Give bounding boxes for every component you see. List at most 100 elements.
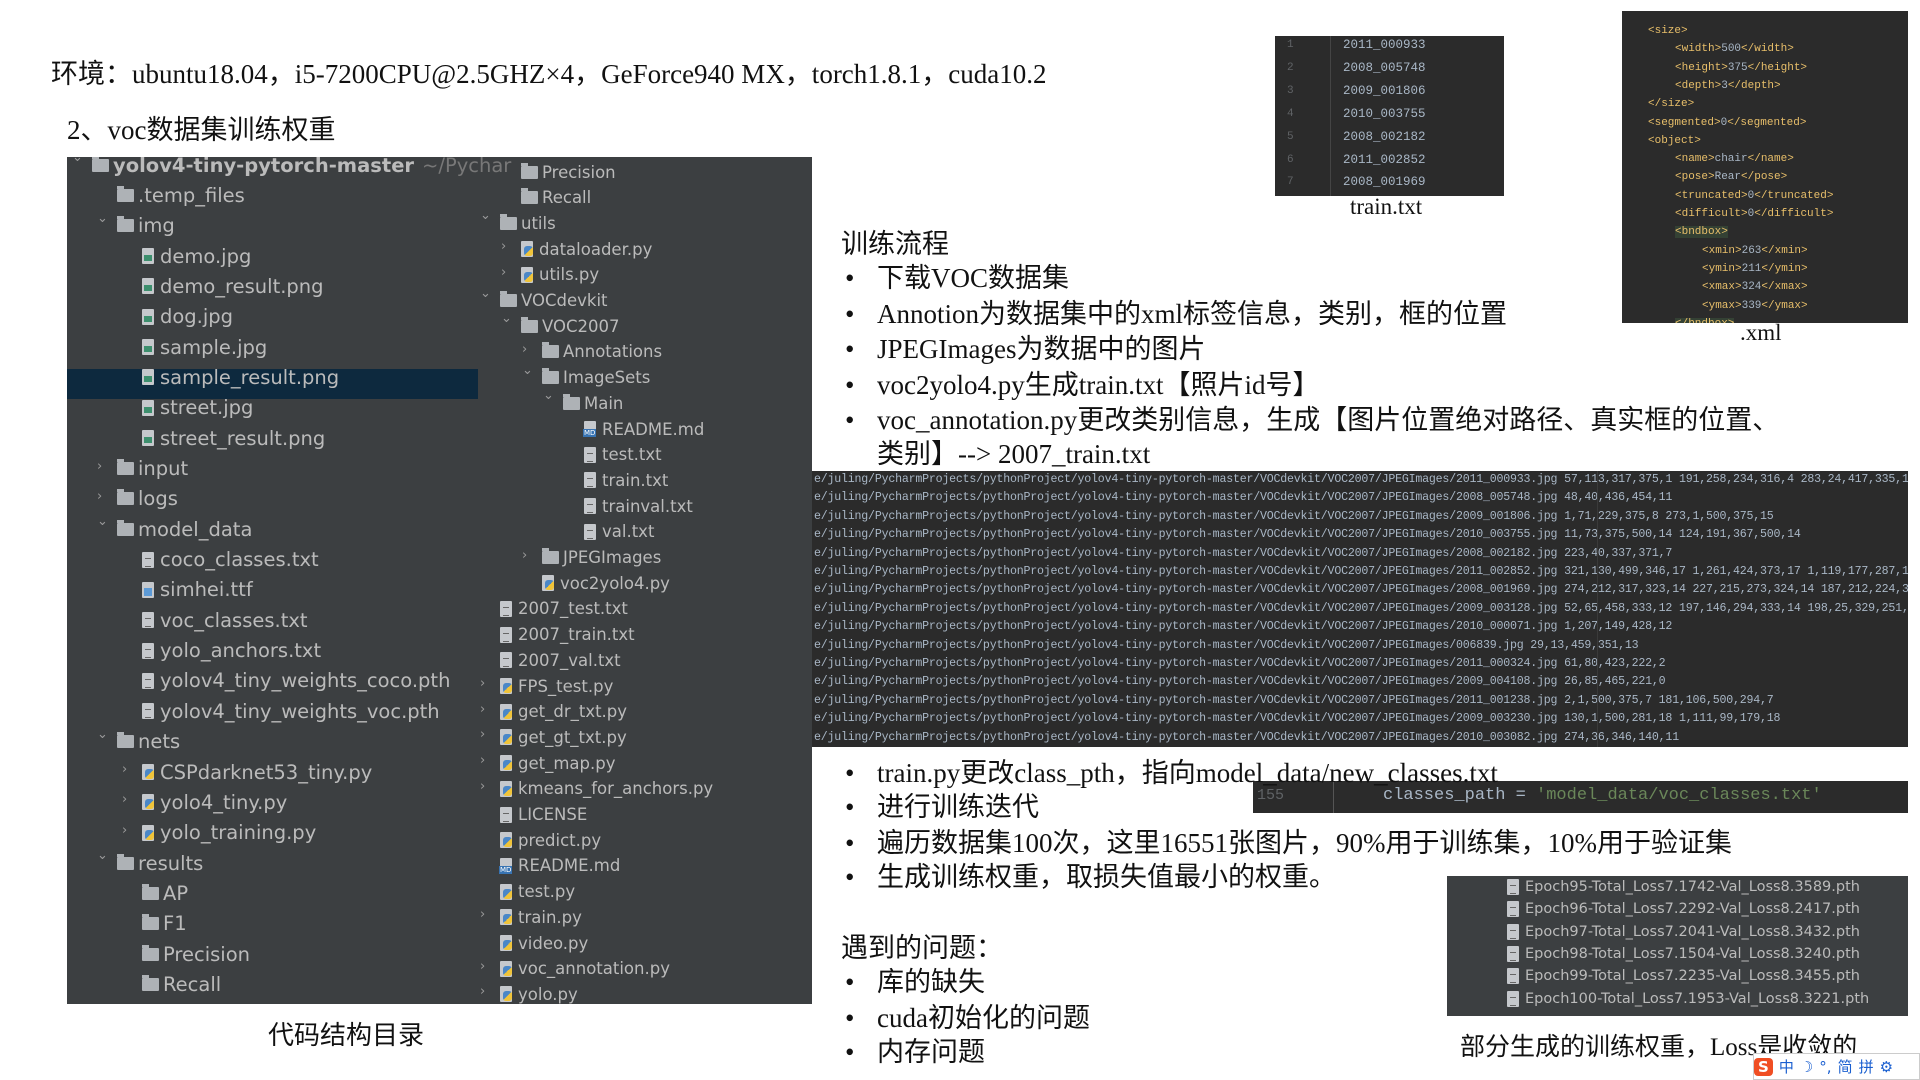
tree-item[interactable]: README.md [583,416,704,442]
chevron-down-icon[interactable]: ⌄ [522,363,533,378]
chevron-down-icon[interactable]: ⌄ [97,514,108,529]
tree-item[interactable]: Precision [142,941,250,967]
tree-item[interactable]: ⌄ VOC2007 [501,311,620,339]
tree-item[interactable]: › get_dr_txt.py [480,699,627,725]
chevron-right-icon[interactable]: › [97,489,102,504]
tree-item[interactable]: Recall [521,185,591,211]
chevron-right-icon[interactable]: › [480,676,485,691]
weight-file[interactable]: Epoch95-Total_Loss7.1742-Val_Loss8.3589.… [1507,879,1860,895]
chevron-down-icon[interactable]: ⌄ [72,157,83,165]
tree-item[interactable]: val.txt [584,519,654,545]
tree-item[interactable]: simhei.ttf [142,577,253,603]
tree-item[interactable]: › utils.py [501,262,599,288]
tree-item[interactable]: ⌄ Main [543,388,623,416]
tree-item[interactable]: yolov4_tiny_weights_coco.pth [142,668,450,694]
tree-item[interactable]: street.jpg [142,395,253,421]
chevron-right-icon[interactable]: › [522,548,527,563]
ime-pinyin[interactable]: 拼 [1859,1056,1874,1077]
ime-moon-icon[interactable]: ☽ [1800,1058,1813,1076]
project-tree[interactable]: ⌄ yolov4-tiny-pytorch-master ~/Pychar .temp… [67,157,812,1004]
chevron-right-icon[interactable]: › [122,823,127,838]
chevron-right-icon[interactable]: › [480,727,485,742]
tree-item[interactable]: video.py [500,930,588,956]
ime-punct-icon[interactable]: °, [1819,1058,1831,1076]
chevron-down-icon[interactable]: ⌄ [97,211,108,226]
tree-item[interactable]: 2007_train.txt [500,622,635,648]
tree-item[interactable]: ⌄ ImageSets [522,363,650,391]
tree-item[interactable]: demo_result.png [142,273,324,299]
tree-item[interactable]: dog.jpg [142,304,233,330]
tree-item[interactable]: › voc_annotation.py [480,956,670,982]
tree-item[interactable]: › JPEGImages [522,545,661,571]
tree-item[interactable]: › yolo.py [480,981,578,1004]
tree-item[interactable]: train.txt [584,467,668,493]
tree-item[interactable]: LICENSE [500,802,587,828]
chevron-down-icon[interactable]: ⌄ [97,727,108,742]
tree-item[interactable]: voc2yolo4.py [542,570,670,596]
tree-item[interactable]: › Annotations [522,339,662,365]
tree-item[interactable]: test.py [500,879,575,905]
ime-settings-icon[interactable]: ⚙ [1880,1058,1893,1076]
tree-item[interactable]: street_result.png [142,425,325,451]
weight-file[interactable]: Epoch96-Total_Loss7.2292-Val_Loss8.2417.… [1507,901,1860,918]
tree-item[interactable]: sample.jpg [142,334,267,360]
chevron-down-icon[interactable]: ⌄ [480,208,491,223]
tree-item[interactable]: Recall [142,971,221,997]
chevron-down-icon[interactable]: ⌄ [501,311,512,326]
chevron-right-icon[interactable]: › [122,792,127,807]
tree-item[interactable]: ⌄ VOCdevkit [480,286,608,314]
tree-item[interactable]: › kmeans_for_anchors.py [480,776,713,802]
tree-item[interactable]: sample_result.png [142,364,339,390]
tree-item[interactable]: AP [142,880,188,906]
chevron-right-icon[interactable]: › [480,959,485,974]
tree-item[interactable]: ⌄ results [97,848,203,876]
tree-item[interactable]: F1 [142,911,187,937]
tree-item[interactable]: yolov4_tiny_weights_voc.pth [142,698,440,724]
tree-item[interactable]: 2007_val.txt [500,647,621,673]
tree-item[interactable]: › FPS_test.py [480,673,613,699]
tree-item[interactable]: › yolo_training.py [122,820,316,846]
tree-item[interactable]: › dataloader.py [501,236,652,262]
tree-item[interactable]: ⌄ utils [480,208,556,236]
chevron-right-icon[interactable]: › [122,762,127,777]
weight-file[interactable]: Epoch98-Total_Loss7.1504-Val_Loss8.3240.… [1507,945,1860,962]
weight-file[interactable]: Epoch97-Total_Loss7.2041-Val_Loss8.3432.… [1507,923,1860,940]
chevron-down-icon[interactable]: ⌄ [480,286,491,301]
chevron-down-icon[interactable]: ⌄ [543,388,554,403]
chevron-right-icon[interactable]: › [480,702,485,717]
chevron-right-icon[interactable]: › [480,753,485,768]
tree-item[interactable]: Precision [521,159,616,185]
ime-chinese-mode[interactable]: 中 [1779,1056,1794,1077]
tree-item[interactable]: › logs [97,486,178,512]
tree-item[interactable]: voc_classes.txt [142,607,308,633]
chevron-right-icon[interactable]: › [501,265,506,280]
ime-simplified[interactable]: 简 [1838,1056,1853,1077]
chevron-right-icon[interactable]: › [522,342,527,357]
tree-item[interactable]: coco_classes.txt [142,547,319,573]
tree-item[interactable]: ⌄ img [97,211,175,239]
tree-item[interactable]: test.txt [584,442,662,468]
tree-item[interactable]: › train.py [480,904,582,930]
tree-item[interactable]: ⌄ model_data [97,514,252,542]
tree-item[interactable]: › get_map.py [480,750,616,776]
weight-file[interactable]: Epoch99-Total_Loss7.2235-Val_Loss8.3455.… [1507,968,1860,985]
chevron-right-icon[interactable]: › [480,779,485,794]
tree-item[interactable]: ⌄ nets [97,727,180,755]
chevron-right-icon[interactable]: › [480,984,485,999]
tree-item[interactable]: › input [97,456,188,482]
chevron-right-icon[interactable]: › [97,459,102,474]
tree-item[interactable]: predict.py [500,827,601,853]
chevron-right-icon[interactable]: › [480,907,485,922]
tree-item[interactable]: .temp_files [117,182,245,208]
ime-toolbar[interactable]: S 中 ☽ °, 简 拼 ⚙ [1753,1053,1920,1080]
tree-item[interactable]: demo.jpg [142,243,251,269]
tree-item[interactable]: yolo_anchors.txt [142,638,321,664]
weight-file[interactable]: Epoch100-Total_Loss7.1953-Val_Loss8.3221… [1507,990,1869,1007]
tree-item[interactable]: › get_gt_txt.py [480,724,627,750]
tree-item[interactable]: README.md [499,853,620,879]
tree-item[interactable]: trainval.txt [584,493,693,519]
tree-item[interactable]: › yolo4_tiny.py [122,789,287,815]
chevron-right-icon[interactable]: › [501,239,506,254]
tree-item[interactable]: 2007_test.txt [500,596,628,622]
tree-item[interactable]: › CSPdarknet53_tiny.py [122,759,372,785]
